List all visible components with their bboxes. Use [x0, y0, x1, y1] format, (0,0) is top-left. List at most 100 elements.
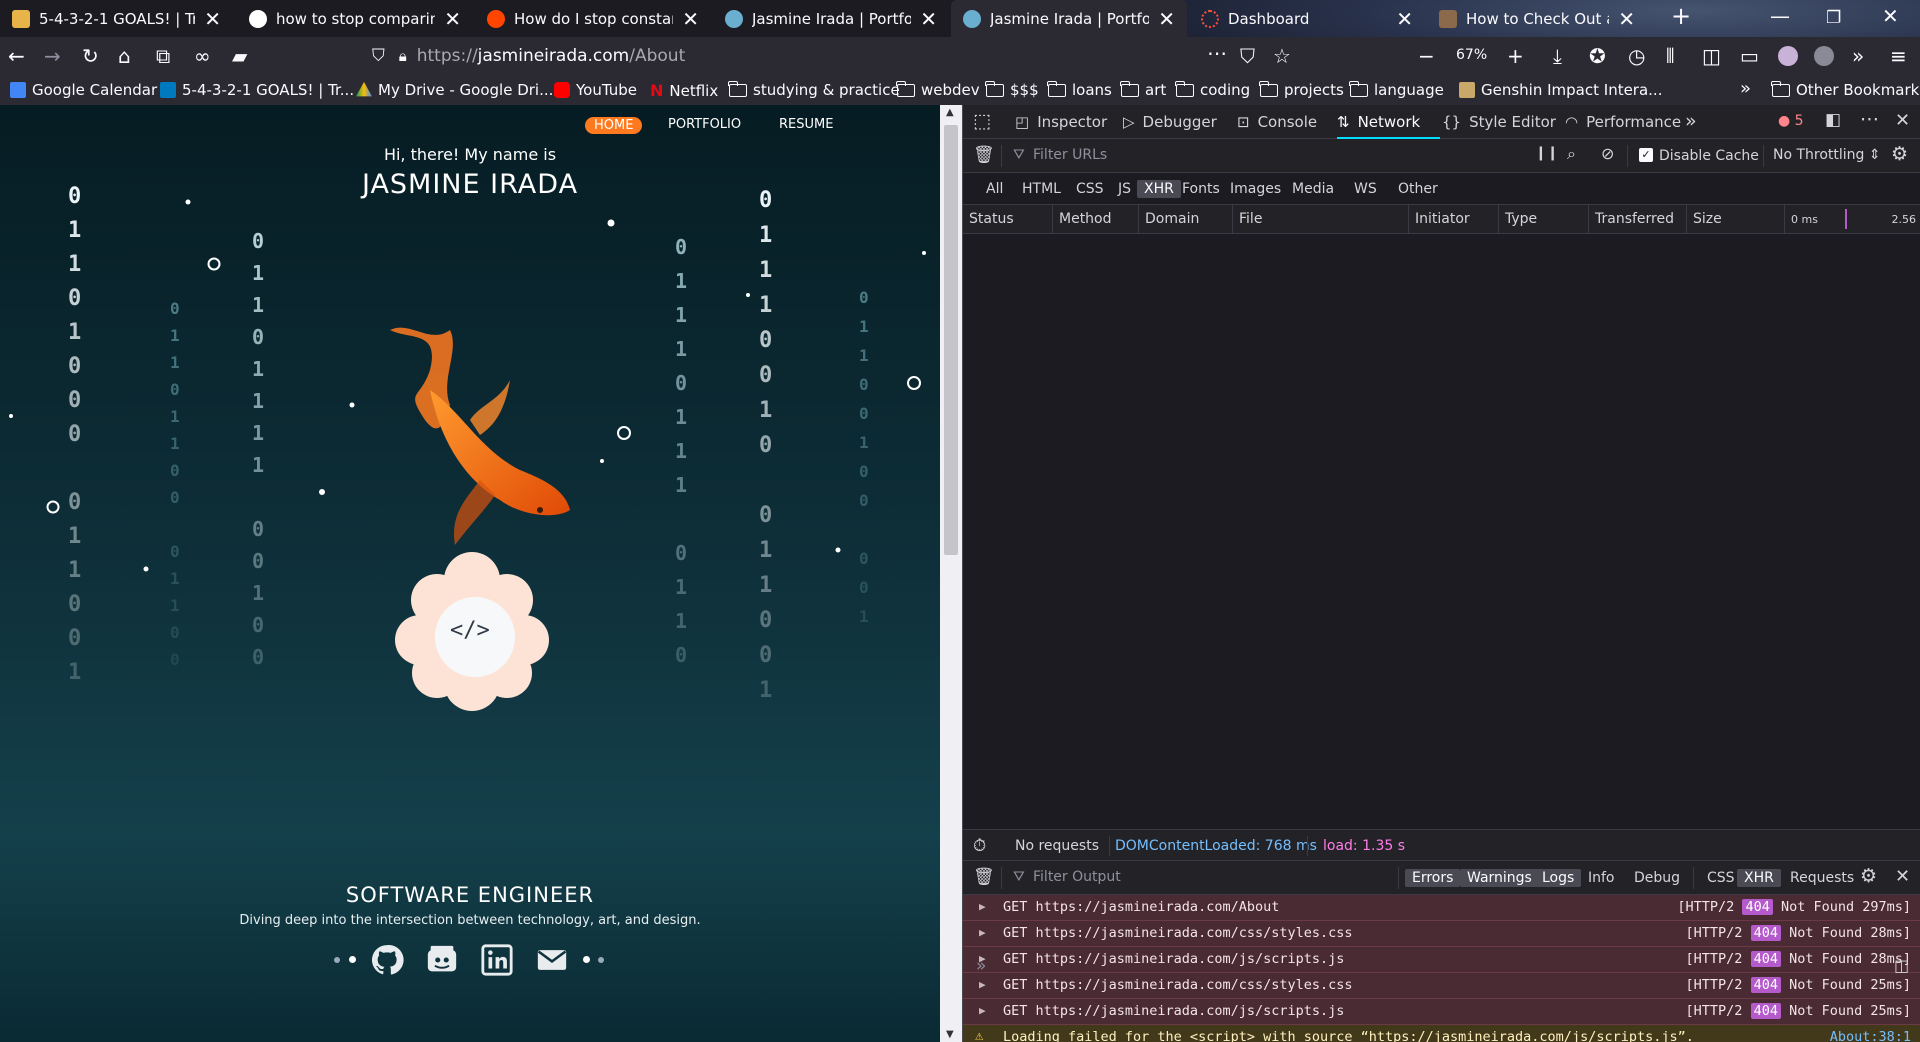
- browser-tab[interactable]: 5-4-3-2-1 GOALS! | Trello ✕: [0, 0, 233, 37]
- console-warning[interactable]: ⚠ Loading failed for the <script> with s…: [963, 1025, 1920, 1042]
- tab-debugger[interactable]: ▷ Debugger: [1123, 105, 1217, 139]
- expand-arrow-icon[interactable]: ▶: [979, 900, 986, 913]
- profile-icon[interactable]: [1814, 46, 1834, 66]
- close-tab-icon[interactable]: ✕: [1158, 7, 1175, 31]
- type-filter-other[interactable]: Other: [1391, 180, 1445, 198]
- bookmark-folder[interactable]: $$$: [985, 80, 1039, 99]
- filter-requests[interactable]: Requests: [1783, 869, 1861, 887]
- close-devtools-icon[interactable]: ✕: [1895, 110, 1910, 131]
- column-size[interactable]: Size: [1687, 205, 1785, 233]
- tab-style-editor[interactable]: {} Style Editor: [1442, 105, 1556, 139]
- column-waterfall[interactable]: 0 ms 2.56: [1785, 205, 1920, 233]
- column-transferred[interactable]: Transferred: [1589, 205, 1687, 233]
- network-settings-gear-icon[interactable]: ⚙: [1891, 143, 1908, 165]
- more-tools-chevron-icon[interactable]: »: [1685, 110, 1697, 132]
- zoom-in-icon[interactable]: +: [1507, 44, 1524, 68]
- filter-xhr[interactable]: XHR: [1737, 869, 1781, 887]
- type-filter-ws[interactable]: WS: [1347, 180, 1384, 198]
- console-network-error-row[interactable]: ▶ GET https://jasmineirada.com/js/scripts…: [963, 999, 1920, 1025]
- hamburger-menu-icon[interactable]: ≡: [1890, 44, 1907, 68]
- minimize-icon[interactable]: —: [1770, 4, 1790, 28]
- close-tab-icon[interactable]: ✕: [204, 7, 221, 31]
- browser-tab[interactable]: How to Check Out a Pre ✕: [1427, 0, 1647, 37]
- browser-tab[interactable]: Dashboard ✕: [1189, 0, 1425, 37]
- page-actions-icon[interactable]: ⋯: [1207, 41, 1227, 65]
- bookmarks-overflow-icon[interactable]: »: [1740, 78, 1751, 99]
- filter-debug[interactable]: Debug: [1627, 869, 1687, 887]
- console-prompt-chevron-icon[interactable]: »: [976, 956, 986, 976]
- column-domain[interactable]: Domain: [1139, 205, 1233, 233]
- downloads-icon[interactable]: ⤓: [1553, 44, 1562, 68]
- type-filter-all[interactable]: All: [979, 180, 1010, 198]
- browser-tab[interactable]: how to stop comparing yourself ✕: [237, 0, 473, 37]
- github-icon[interactable]: [370, 943, 404, 977]
- close-tab-icon[interactable]: ✕: [444, 7, 461, 31]
- tracking-shield-icon[interactable]: ⛉: [372, 46, 385, 66]
- console-settings-gear-icon[interactable]: ⚙: [1860, 865, 1877, 887]
- bookmark-folder[interactable]: loans: [1047, 80, 1112, 99]
- scroll-down-icon[interactable]: ▼: [946, 1029, 954, 1040]
- column-status[interactable]: Status: [963, 205, 1053, 233]
- expand-arrow-icon[interactable]: ▶: [979, 1004, 986, 1017]
- throttling-select[interactable]: No Throttling ⇕: [1773, 147, 1881, 163]
- filter-logs[interactable]: Logs: [1535, 869, 1582, 887]
- close-tab-icon[interactable]: ✕: [682, 7, 699, 31]
- close-tab-icon[interactable]: ✕: [920, 7, 937, 31]
- console-network-error-row[interactable]: ▶ GET https://jasmineirada.com/js/scripts…: [963, 947, 1920, 973]
- screenshot-icon[interactable]: ▭: [1740, 44, 1759, 68]
- bookmark-item[interactable]: N Netflix: [650, 81, 718, 100]
- extension-icon[interactable]: ▰: [232, 44, 247, 68]
- linkedin-icon[interactable]: [480, 943, 514, 977]
- column-type[interactable]: Type: [1499, 205, 1589, 233]
- expand-arrow-icon[interactable]: ▶: [979, 978, 986, 991]
- zoom-level[interactable]: 67%: [1456, 47, 1487, 63]
- type-filter-images[interactable]: Images: [1223, 180, 1288, 198]
- filter-errors[interactable]: Errors: [1405, 869, 1461, 887]
- home-icon[interactable]: ⌂: [118, 44, 131, 68]
- type-filter-media[interactable]: Media: [1285, 180, 1341, 198]
- column-method[interactable]: Method: [1053, 205, 1139, 233]
- expand-arrow-icon[interactable]: ▶: [979, 926, 986, 939]
- element-picker-icon[interactable]: ⬚: [973, 110, 991, 132]
- overflow-chevron-icon[interactable]: »: [1852, 44, 1864, 68]
- bookmark-item[interactable]: YouTube: [554, 81, 637, 99]
- performance-analysis-icon[interactable]: ⏱: [973, 836, 986, 856]
- bookmark-item[interactable]: Genshin Impact Intera...: [1459, 81, 1662, 99]
- bookmark-folder[interactable]: projects: [1259, 80, 1344, 99]
- url-bar[interactable]: ⛉ 🔒︎ https://jasmineirada.com/About: [372, 40, 1292, 72]
- type-filter-html[interactable]: HTML: [1015, 180, 1068, 198]
- console-network-error-row[interactable]: ▶ GET https://jasmineirada.com/About [HTTP…: [963, 895, 1920, 921]
- warning-location-link[interactable]: About:38:1: [1830, 1029, 1911, 1042]
- private-mask-icon[interactable]: ∞: [194, 44, 211, 68]
- account-avatar-icon[interactable]: [1778, 46, 1798, 66]
- reload-icon[interactable]: ↻: [82, 44, 99, 68]
- column-initiator[interactable]: Initiator: [1409, 205, 1499, 233]
- mail-icon[interactable]: [535, 943, 569, 977]
- filter-css[interactable]: CSS: [1700, 869, 1742, 887]
- tab-network[interactable]: ⇅ Network: [1337, 105, 1440, 139]
- bookmark-item[interactable]: 5-4-3-2-1 GOALS! | Tr...: [160, 81, 354, 99]
- history-icon[interactable]: ◷: [1628, 44, 1645, 68]
- restore-icon[interactable]: ❐: [1826, 8, 1841, 28]
- search-icon[interactable]: ⌕: [1567, 144, 1576, 164]
- error-count-badge[interactable]: ● 5: [1778, 113, 1804, 129]
- dock-side-icon[interactable]: ◧: [1825, 110, 1841, 130]
- bookmark-item[interactable]: Google Calendar: [10, 81, 157, 99]
- filter-info[interactable]: Info: [1581, 869, 1622, 887]
- pocket-icon[interactable]: ⛉: [1240, 44, 1255, 68]
- disable-cache-checkbox[interactable]: ✓: [1639, 148, 1653, 162]
- close-tab-icon[interactable]: ✕: [1396, 7, 1413, 31]
- console-network-error-row[interactable]: ▶ GET https://jasmineirada.com/css/styles…: [963, 921, 1920, 947]
- new-tab-icon[interactable]: +: [1671, 2, 1691, 30]
- bookmark-star-icon[interactable]: ☆: [1273, 44, 1291, 68]
- type-filter-js[interactable]: JS: [1111, 180, 1138, 198]
- type-filter-css[interactable]: CSS: [1069, 180, 1111, 198]
- devtools-menu-icon[interactable]: ⋯: [1860, 108, 1879, 130]
- forward-icon[interactable]: →: [44, 44, 61, 68]
- page-scrollbar[interactable]: ▲ ▼: [940, 105, 962, 1042]
- sidebar-icon[interactable]: ◫: [1702, 44, 1721, 68]
- clear-requests-icon[interactable]: 🗑︎: [973, 145, 995, 165]
- browser-tab[interactable]: Jasmine Irada | Portfolio ✕: [713, 0, 949, 37]
- column-file[interactable]: File: [1233, 205, 1409, 233]
- bookmark-folder[interactable]: webdev: [896, 80, 980, 99]
